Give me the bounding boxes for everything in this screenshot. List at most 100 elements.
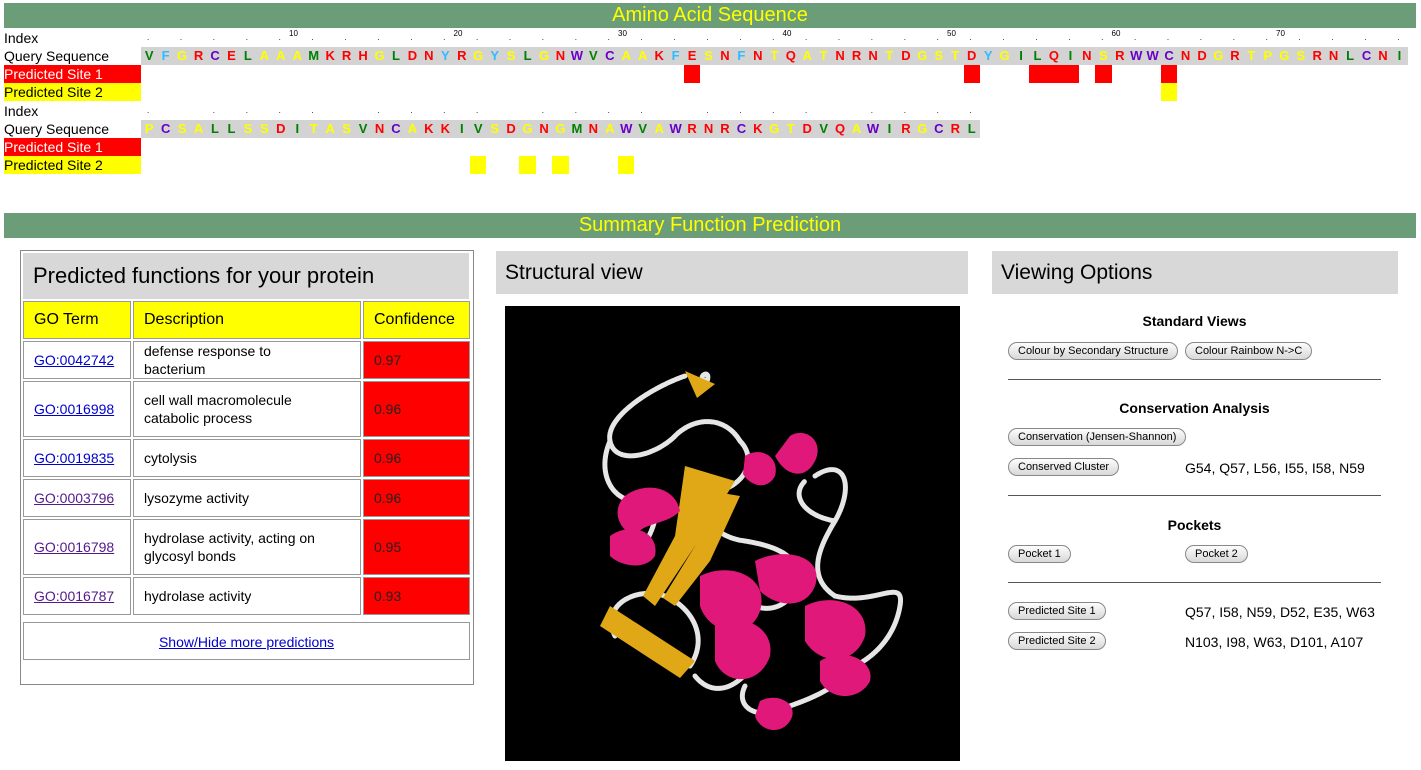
index-dot: . xyxy=(969,33,972,42)
residue: N xyxy=(539,121,549,136)
index-dot: . xyxy=(311,33,314,42)
residue: K xyxy=(654,48,664,63)
index-dot: . xyxy=(410,33,413,42)
conservation-jensen-shannon-button[interactable]: Conservation (Jensen-Shannon) xyxy=(1008,428,1187,446)
residue: A xyxy=(292,48,302,63)
index-number: 70 xyxy=(1276,29,1285,38)
residue: K xyxy=(440,121,450,136)
standard-views-heading: Standard Views xyxy=(1142,313,1247,329)
index-dot: . xyxy=(772,106,775,115)
confidence-cell: 0.96 xyxy=(363,439,470,477)
residue: R xyxy=(720,121,730,136)
site2-marker xyxy=(1160,83,1178,101)
index-dot: . xyxy=(147,106,150,115)
pocket-2-button[interactable]: Pocket 2 xyxy=(1185,545,1248,563)
site1-track xyxy=(141,138,980,156)
residue: Q xyxy=(835,121,846,136)
residue: A xyxy=(605,121,615,136)
residue: N xyxy=(753,48,763,63)
residue: I xyxy=(1019,48,1023,63)
conserved-cluster-button[interactable]: Conserved Cluster xyxy=(1008,458,1120,476)
residue: R xyxy=(851,48,862,63)
go-term-cell: GO:0016798 xyxy=(23,519,131,575)
show-hide-predictions-link[interactable]: Show/Hide more predictions xyxy=(23,622,470,660)
index-label: Index xyxy=(4,103,39,119)
residue: A xyxy=(654,121,664,136)
predicted-site-1-residues: Q57, I58, N59, D52, E35, W63 xyxy=(1185,604,1375,620)
residue: H xyxy=(358,48,368,63)
predicted-site-2-button[interactable]: Predicted Site 2 xyxy=(1008,632,1106,650)
residue: W xyxy=(620,121,633,136)
site1-label: Predicted Site 1 xyxy=(4,138,141,156)
site1-marker xyxy=(1029,65,1046,83)
residue: L xyxy=(391,48,400,63)
go-term-link[interactable]: GO:0016798 xyxy=(34,539,114,555)
confidence-cell: 0.96 xyxy=(363,381,470,437)
go-term-link[interactable]: GO:0042742 xyxy=(34,352,114,368)
index-dot: . xyxy=(969,106,972,115)
residue: T xyxy=(309,121,318,136)
index-number: 20 xyxy=(453,29,463,38)
query-track: PCSALLSSDITASVNCAKKIVSDGNGMNAWVAWRNRCKGT… xyxy=(141,120,980,138)
residue: V xyxy=(358,121,368,136)
confidence-cell: 0.93 xyxy=(363,577,470,615)
go-term-link[interactable]: GO:0016787 xyxy=(34,588,114,604)
index-dot: . xyxy=(1002,33,1005,42)
go-term-cell: GO:0016998 xyxy=(23,381,131,437)
residue: C xyxy=(160,121,171,136)
index-dot: . xyxy=(640,106,643,115)
residue: C xyxy=(210,48,220,63)
index-dot: . xyxy=(212,33,216,42)
residue: L xyxy=(1033,48,1042,63)
index-dot: . xyxy=(574,106,577,115)
residue: C xyxy=(1164,48,1174,63)
go-term-link[interactable]: GO:0003796 xyxy=(34,490,114,506)
residue: T xyxy=(819,48,828,63)
residue: R xyxy=(687,121,697,136)
residue: V xyxy=(638,121,648,136)
index-dot: . xyxy=(1101,33,1104,42)
index-dot: . xyxy=(541,33,545,42)
index-dot: . xyxy=(410,106,413,115)
colour-rainbow-button[interactable]: Colour Rainbow N->C xyxy=(1185,342,1313,360)
colour-by-secondary-structure-button[interactable]: Colour by Secondary Structure xyxy=(1008,342,1179,360)
site2-track xyxy=(141,83,1408,101)
site2-marker xyxy=(519,156,536,174)
index-number: 40 xyxy=(782,29,792,38)
index-dot: . xyxy=(443,33,446,42)
index-dot: . xyxy=(1265,33,1268,42)
residue: G xyxy=(917,121,928,136)
residue: P xyxy=(144,121,154,136)
index-dot: . xyxy=(1068,33,1071,42)
predicted-site-1-button[interactable]: Predicted Site 1 xyxy=(1008,602,1106,620)
residue: T xyxy=(770,48,779,63)
residue: A xyxy=(407,121,418,136)
residue: G xyxy=(769,121,780,136)
index-dot: . xyxy=(739,33,742,42)
residue: A xyxy=(325,121,335,136)
residue: G xyxy=(374,48,385,63)
site1-marker xyxy=(1062,65,1079,83)
predicted-site-2-residues: N103, I98, W63, D101, A107 xyxy=(1185,634,1364,650)
description-cell: hydrolase activity xyxy=(133,577,361,615)
residue: A xyxy=(259,48,270,63)
pocket-1-button[interactable]: Pocket 1 xyxy=(1008,545,1071,563)
site2-marker xyxy=(552,156,569,174)
residue: G xyxy=(999,48,1010,63)
index-dot: . xyxy=(476,106,479,115)
protein-structure-viewer[interactable] xyxy=(505,306,960,761)
residue: M xyxy=(308,48,320,63)
go-term-cell: GO:0042742 xyxy=(23,341,131,379)
residue: I xyxy=(887,121,892,136)
residue: N xyxy=(1378,48,1388,63)
residue: F xyxy=(737,48,746,63)
site1-marker xyxy=(1045,65,1063,83)
residue: W xyxy=(669,121,682,136)
go-term-link[interactable]: GO:0016998 xyxy=(34,401,114,417)
residue: R xyxy=(1312,48,1322,63)
go-term-link[interactable]: GO:0019835 xyxy=(34,450,114,466)
residue: L xyxy=(967,121,976,136)
residue: N xyxy=(868,48,878,63)
index-dot: . xyxy=(443,106,446,115)
index-dot: . xyxy=(936,106,939,115)
